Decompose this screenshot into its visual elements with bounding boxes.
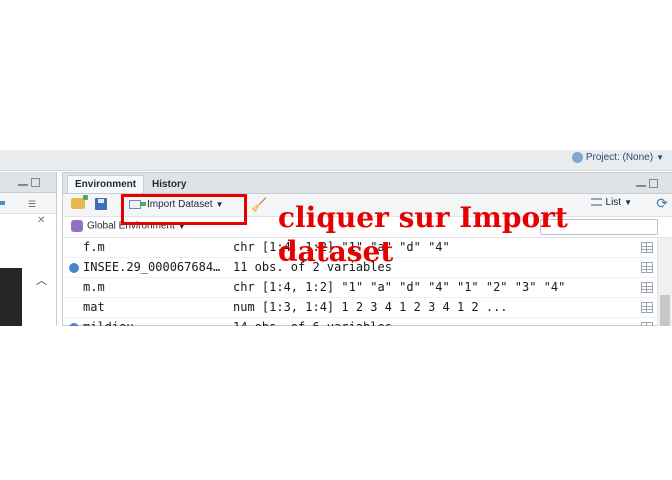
expand-icon[interactable]	[69, 263, 79, 273]
project-menu[interactable]: Project: (None) ▼	[571, 152, 664, 166]
grid-view-icon[interactable]	[641, 262, 653, 273]
environment-icon	[71, 220, 83, 232]
minimize-icon[interactable]	[636, 185, 646, 187]
minimize-icon[interactable]	[18, 184, 28, 186]
table-row[interactable]: m.m chr [1:4, 1:2] "1" "a" "d" "4" "1" "…	[63, 278, 659, 298]
tab-history[interactable]: History	[145, 176, 193, 193]
variable-name: m.m	[83, 280, 105, 294]
left-window-controls	[18, 178, 40, 187]
variable-value: 14 obs. of 6 variables	[233, 318, 633, 326]
variable-name: mildiou	[83, 318, 227, 326]
pane-tabbar: Environment History	[63, 173, 672, 194]
menu-icon[interactable]: ☰	[28, 199, 38, 210]
maximize-icon[interactable]	[31, 178, 40, 187]
view-mode-label: List	[605, 197, 622, 208]
table-row[interactable]: mat num [1:3, 1:4] 1 2 3 4 1 2 3 4 1 2 .…	[63, 298, 659, 318]
variable-value: num [1:3, 1:4] 1 2 3 4 1 2 3 4 1 2 ...	[233, 300, 508, 314]
annotation-highlight-box	[121, 194, 247, 225]
load-workspace-icon[interactable]	[71, 195, 88, 209]
close-icon[interactable]: ✕	[37, 215, 45, 226]
broom-icon[interactable]: 🧹	[251, 197, 267, 213]
scrollbar[interactable]	[657, 238, 672, 326]
scroll-up-icon[interactable]: ︿	[36, 272, 47, 288]
project-label: Project: (None)	[585, 152, 654, 164]
variable-name: mat	[83, 300, 105, 314]
left-tabbar	[0, 172, 56, 193]
tab-environment[interactable]: Environment	[67, 175, 145, 193]
maximize-icon[interactable]	[649, 179, 658, 188]
editor-dark-area	[0, 268, 22, 326]
project-icon	[571, 152, 583, 163]
chevron-down-icon: ▼	[624, 198, 632, 207]
pane-window-controls	[636, 179, 658, 188]
grid-view-icon[interactable]	[641, 322, 653, 326]
refresh-icon[interactable]: ⟳	[656, 195, 668, 212]
top-bar: Project: (None) ▼	[0, 150, 672, 171]
variable-name: f.m	[83, 240, 105, 254]
grid-view-icon[interactable]	[641, 242, 653, 253]
grid-view-icon[interactable]	[641, 282, 653, 293]
save-workspace-icon[interactable]	[95, 198, 107, 210]
left-pane: ☰ ✕ ︿	[0, 172, 57, 326]
variable-value: chr [1:4, 1:2] "1" "a" "d" "4" "1" "2" "…	[233, 280, 566, 294]
variable-name: INSEE.29_000067684…	[83, 260, 221, 274]
annotation-text: cliquer sur Import dataset	[278, 201, 568, 268]
arrow-icon[interactable]	[0, 201, 5, 205]
scrollbar-thumb[interactable]	[660, 295, 670, 326]
table-row[interactable]: mildiou 14 obs. of 6 variables	[63, 318, 659, 326]
chevron-down-icon: ▼	[656, 153, 664, 163]
expand-icon[interactable]	[69, 323, 79, 326]
grid-view-icon[interactable]	[641, 302, 653, 313]
